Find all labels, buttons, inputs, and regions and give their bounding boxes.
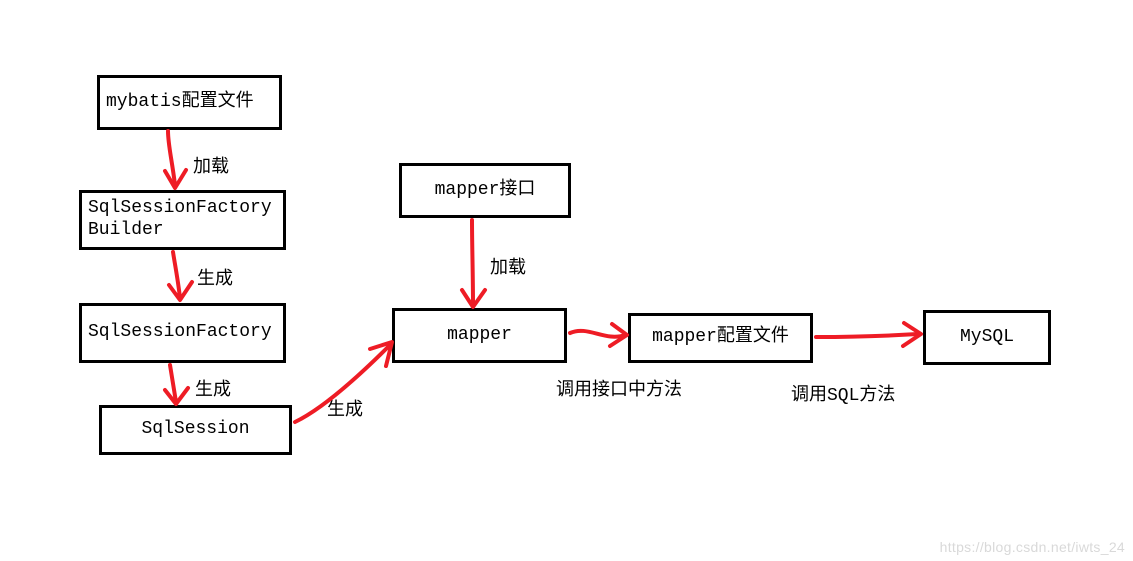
box-mybatis-config: mybatis配置文件 [97, 75, 282, 130]
box-sqlsessionfactorybuilder: SqlSessionFactoryBuilder [79, 190, 286, 250]
box-sqlsessionfactory: SqlSessionFactory [79, 303, 286, 363]
label-gen3: 生成 [327, 395, 363, 421]
box-mybatis-config-label: mybatis配置文件 [106, 92, 273, 114]
arrow-gen1-head [169, 282, 192, 300]
box-mapper-config-label: mapper配置文件 [637, 327, 804, 349]
box-mapper-config: mapper配置文件 [628, 313, 813, 363]
label-gen1: 生成 [197, 264, 233, 290]
box-sqlsessionfactorybuilder-label: SqlSessionFactoryBuilder [88, 198, 277, 241]
arrow-call-sql-head [903, 323, 921, 346]
box-sqlsessionfactory-label: SqlSessionFactory [88, 322, 277, 344]
arrow-load1-line [168, 131, 175, 185]
box-mysql-label: MySQL [932, 327, 1042, 349]
label-gen2: 生成 [195, 375, 231, 401]
label-load1: 加载 [193, 152, 229, 178]
box-mapper-label: mapper [401, 325, 558, 347]
box-mysql: MySQL [923, 310, 1051, 365]
arrow-gen2-head [165, 388, 188, 404]
box-mapper-interface-label: mapper接口 [408, 180, 562, 202]
arrow-call-sql-line [816, 334, 918, 337]
box-mapper: mapper [392, 308, 567, 363]
arrow-gen3-head [370, 342, 392, 366]
arrow-gen2-line [170, 365, 176, 402]
label-call-interface: 调用接口中方法 [556, 375, 682, 401]
arrow-load2-head [462, 290, 485, 307]
arrow-call-interface-line [570, 331, 625, 337]
box-sqlsession: SqlSession [99, 405, 292, 455]
box-sqlsession-label: SqlSession [108, 419, 283, 441]
arrow-call-interface-head [610, 324, 627, 346]
arrow-load2-line [472, 220, 473, 305]
label-load2: 加载 [490, 253, 526, 279]
watermark-text: https://blog.csdn.net/iwts_24 [940, 539, 1125, 555]
label-call-sql: 调用SQL方法 [791, 380, 895, 406]
arrow-load1-head [165, 170, 186, 188]
arrow-gen1-line [173, 252, 180, 298]
box-mapper-interface: mapper接口 [399, 163, 571, 218]
